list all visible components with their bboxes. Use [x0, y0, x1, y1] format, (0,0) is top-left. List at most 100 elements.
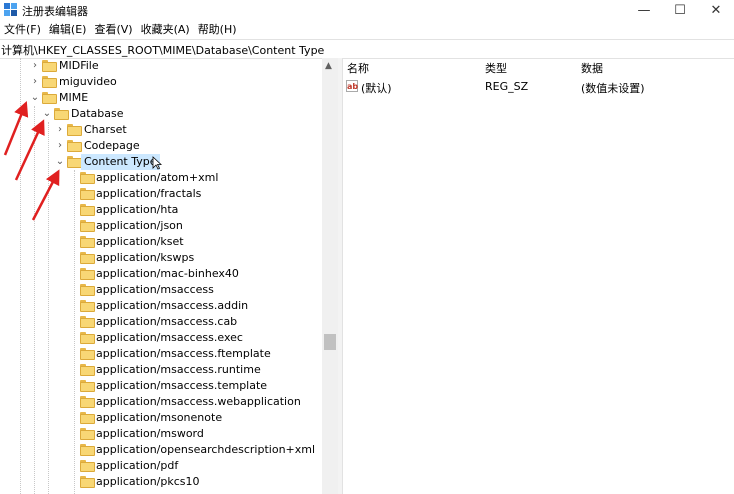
folder-icon: [80, 396, 95, 408]
tree-item-label[interactable]: application/msaccess.template: [96, 378, 267, 394]
column-header-type[interactable]: 类型: [485, 60, 507, 76]
tree-item-label[interactable]: application/json: [96, 218, 183, 234]
close-button[interactable]: ✕: [698, 0, 734, 20]
tree-item-charset[interactable]: › Charset: [0, 122, 322, 138]
key-tree[interactable]: › MIDFile › miguvideo ⌄ MIME ⌄ Database …: [0, 58, 322, 494]
tree-item-content-type-child[interactable]: application/msword: [0, 426, 322, 442]
tree-item-label[interactable]: application/msaccess.ftemplate: [96, 346, 271, 362]
tree-item-label[interactable]: application/pdf: [96, 458, 178, 474]
tree-item-label[interactable]: application/atom+xml: [96, 170, 218, 186]
tree-item-label[interactable]: application/msaccess.addin: [96, 298, 248, 314]
tree-item-label[interactable]: application/msonenote: [96, 410, 222, 426]
tree-item-label[interactable]: application/msaccess.cab: [96, 314, 237, 330]
chevron-down-icon[interactable]: ⌄: [55, 155, 65, 169]
tree-item-label[interactable]: MIDFile: [59, 58, 99, 74]
chevron-down-icon[interactable]: ⌄: [30, 91, 40, 105]
tree-item-label[interactable]: Charset: [84, 122, 127, 138]
chevron-right-icon[interactable]: ›: [55, 139, 65, 153]
folder-icon: [80, 220, 95, 232]
tree-item-label[interactable]: application/opensearchdescription+xml: [96, 442, 315, 458]
folder-icon: [80, 332, 95, 344]
value-type: REG_SZ: [485, 80, 529, 93]
chevron-down-icon[interactable]: ⌄: [42, 107, 52, 121]
minimize-button[interactable]: —: [626, 0, 662, 20]
column-header-name[interactable]: 名称: [347, 60, 369, 76]
tree-item-label[interactable]: Database: [71, 106, 124, 122]
folder-icon: [80, 204, 95, 216]
value-row[interactable]: ab (默认) REG_SZ (数值未设置): [343, 78, 734, 95]
title-bar: 注册表编辑器 — ☐ ✕: [0, 0, 734, 20]
tree-item-label[interactable]: miguvideo: [59, 74, 117, 90]
window-title: 注册表编辑器: [22, 5, 88, 18]
address-path[interactable]: 计算机\HKEY_CLASSES_ROOT\MIME\Database\Cont…: [1, 42, 324, 58]
column-header-data[interactable]: 数据: [581, 60, 603, 76]
tree-item-midfile[interactable]: › MIDFile: [0, 58, 322, 74]
chevron-right-icon[interactable]: ›: [55, 123, 65, 137]
tree-item-content-type-child[interactable]: application/msaccess.cab: [0, 314, 322, 330]
folder-icon: [80, 300, 95, 312]
tree-item-label[interactable]: application/msaccess.exec: [96, 330, 243, 346]
tree-item-content-type-child[interactable]: application/msaccess.exec: [0, 330, 322, 346]
tree-item-content-type-child[interactable]: application/msaccess.webapplication: [0, 394, 322, 410]
tree-item-content-type-child[interactable]: application/opensearchdescription+xml: [0, 442, 322, 458]
scroll-thumb[interactable]: [324, 334, 336, 350]
scroll-up-arrow-icon[interactable]: ▲: [325, 61, 332, 71]
tree-item-content-type-child[interactable]: application/pdf: [0, 458, 322, 474]
folder-icon: [80, 476, 95, 488]
folder-icon: [80, 268, 95, 280]
menu-view[interactable]: 查看(V): [90, 21, 136, 39]
tree-item-database[interactable]: ⌄ Database: [0, 106, 322, 122]
tree-item-label[interactable]: application/kset: [96, 234, 184, 250]
folder-icon: [80, 172, 95, 184]
tree-item-label-selected[interactable]: Content Type: [81, 154, 160, 170]
tree-item-codepage[interactable]: › Codepage: [0, 138, 322, 154]
tree-item-label[interactable]: application/msaccess.webapplication: [96, 394, 301, 410]
tree-item-content-type-child[interactable]: application/msaccess.runtime: [0, 362, 322, 378]
menu-favorites[interactable]: 收藏夹(A): [137, 21, 194, 39]
tree-item-content-type-child[interactable]: application/msaccess: [0, 282, 322, 298]
tree-item-label[interactable]: application/hta: [96, 202, 178, 218]
tree-item-content-type-child[interactable]: application/fractals: [0, 186, 322, 202]
tree-item-content-type-child[interactable]: application/msonenote: [0, 410, 322, 426]
folder-icon: [67, 156, 82, 168]
tree-item-content-type-child[interactable]: application/pkcs10: [0, 474, 322, 490]
tree-item-content-type-child[interactable]: application/kset: [0, 234, 322, 250]
folder-icon: [42, 92, 57, 104]
menu-help[interactable]: 帮助(H): [194, 21, 241, 39]
folder-icon: [80, 444, 95, 456]
tree-item-label[interactable]: application/pkcs10: [96, 474, 200, 490]
menu-file[interactable]: 文件(F): [0, 21, 45, 39]
tree-item-content-type-child[interactable]: application/msaccess.template: [0, 378, 322, 394]
maximize-button[interactable]: ☐: [662, 0, 698, 20]
menu-edit[interactable]: 编辑(E): [45, 21, 91, 39]
tree-item-label[interactable]: application/fractals: [96, 186, 201, 202]
tree-item-label[interactable]: application/msword: [96, 426, 204, 442]
tree-item-mime[interactable]: ⌄ MIME: [0, 90, 322, 106]
folder-icon: [80, 348, 95, 360]
folder-icon: [80, 316, 95, 328]
tree-item-label[interactable]: application/msaccess.runtime: [96, 362, 261, 378]
tree-item-content-type-child[interactable]: application/mac-binhex40: [0, 266, 322, 282]
tree-item-content-type[interactable]: ⌄ Content Type: [0, 154, 322, 170]
tree-item-label[interactable]: MIME: [59, 90, 88, 106]
chevron-right-icon[interactable]: ›: [30, 75, 40, 89]
values-list[interactable]: 名称 类型 数据 ab (默认) REG_SZ (数值未设置): [343, 58, 734, 494]
folder-icon: [80, 236, 95, 248]
tree-item-content-type-child[interactable]: application/hta: [0, 202, 322, 218]
tree-item-label[interactable]: application/kswps: [96, 250, 194, 266]
mouse-cursor-icon: [152, 156, 162, 170]
tree-item-content-type-child[interactable]: application/json: [0, 218, 322, 234]
chevron-right-icon[interactable]: ›: [30, 59, 40, 73]
tree-item-label[interactable]: Codepage: [84, 138, 140, 154]
tree-item-content-type-child[interactable]: application/kswps: [0, 250, 322, 266]
tree-item-label[interactable]: application/mac-binhex40: [96, 266, 239, 282]
tree-item-content-type-child[interactable]: application/msaccess.ftemplate: [0, 346, 322, 362]
folder-icon: [80, 380, 95, 392]
tree-item-miguvideo[interactable]: › miguvideo: [0, 74, 322, 90]
address-bar[interactable]: 计算机\HKEY_CLASSES_ROOT\MIME\Database\Cont…: [0, 39, 734, 59]
tree-item-label[interactable]: application/msaccess: [96, 282, 214, 298]
tree-item-content-type-child[interactable]: application/msaccess.addin: [0, 298, 322, 314]
tree-vertical-scrollbar[interactable]: ▲: [322, 58, 338, 494]
tree-item-content-type-child[interactable]: application/atom+xml: [0, 170, 322, 186]
folder-icon: [67, 124, 82, 136]
